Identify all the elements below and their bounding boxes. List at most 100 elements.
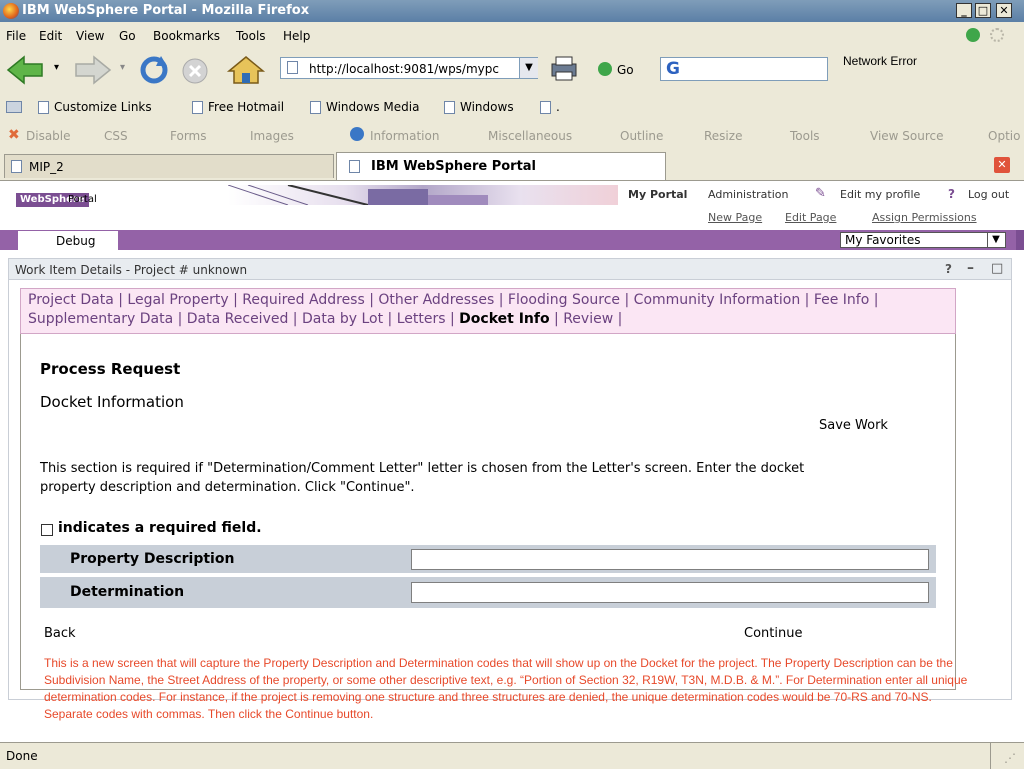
back-button[interactable]: Back [44,626,76,641]
instructions-line-2: property description and determination. … [40,480,415,495]
portal-banner-graphic [227,184,618,206]
edit-profile-icon: ✎ [815,186,826,201]
required-field-note: indicates a required field. [58,520,262,536]
dev-outline[interactable]: Outline [620,129,663,143]
go-icon[interactable] [598,62,612,76]
nav-letters[interactable]: Letters [397,311,446,327]
nav-docket-info[interactable]: Docket Info [459,311,549,327]
tab-mip-2[interactable]: MIP_2 [4,154,334,178]
bookmarks-folder-icon[interactable] [6,101,22,113]
save-work-button[interactable]: Save Work [819,418,888,433]
menu-edit[interactable]: Edit [39,29,62,43]
menu-help[interactable]: Help [283,29,310,43]
dev-css[interactable]: CSS [104,129,128,143]
menu-bookmarks[interactable]: Bookmarks [153,29,220,43]
portlet-minimize-button[interactable]: – [967,260,974,276]
home-icon[interactable] [226,54,266,86]
dev-information[interactable]: Information [370,129,439,143]
forward-dropdown-icon[interactable]: ▾ [120,62,125,73]
annotation-note: This is a new screen that will capture t… [44,656,968,721]
maximize-button[interactable]: □ [975,3,991,18]
instructions-line-1: This section is required if "Determinati… [40,461,805,476]
menu-file[interactable]: File [6,29,26,43]
section-subheading: Docket Information [40,393,184,411]
tab-ibm-websphere-portal[interactable]: IBM WebSphere Portal [336,152,666,180]
google-search-icon: G [666,59,680,79]
url-text: http://localhost:9081/wps/mypc [309,62,499,76]
nav-flooding-source[interactable]: Flooding Source [508,292,620,308]
my-portal-link[interactable]: My Portal [628,188,687,201]
portlet-maximize-button[interactable]: □ [991,261,1003,276]
bookmark-windows[interactable]: Windows [444,100,514,114]
property-description-input[interactable] [411,549,929,570]
print-icon[interactable] [548,54,580,82]
dev-disable[interactable]: Disable [26,129,71,143]
back-arrow-icon[interactable] [6,54,50,86]
minimize-button[interactable]: _ [956,3,972,18]
menu-tools[interactable]: Tools [236,29,266,43]
nav-legal-property[interactable]: Legal Property [127,292,228,308]
assign-permissions-link[interactable]: Assign Permissions [872,211,977,224]
chevron-down-icon[interactable]: ▼ [987,233,1004,247]
dev-forms[interactable]: Forms [170,129,206,143]
bookmark-label: Windows [460,100,514,114]
new-page-link[interactable]: New Page [708,211,762,224]
page-heading: Process Request [40,360,181,378]
nav-supplementary-data[interactable]: Supplementary Data [28,311,173,327]
page-icon [310,101,321,114]
back-dropdown-icon[interactable]: ▾ [54,62,59,73]
log-out-link[interactable]: Log out [968,188,1009,201]
menu-view[interactable]: View [76,29,104,43]
forward-arrow-icon[interactable] [72,54,116,86]
bookmark-windows-media[interactable]: Windows Media [310,100,419,114]
determination-input[interactable] [411,582,929,603]
bookmark-dot[interactable]: . [540,100,560,114]
dev-options[interactable]: Optio [988,129,1020,143]
edit-page-link[interactable]: Edit Page [785,211,836,224]
tab-label: MIP_2 [29,160,64,174]
nav-review[interactable]: Review [563,311,613,327]
portlet-help-button[interactable]: ? [945,262,952,276]
bookmark-free-hotmail[interactable]: Free Hotmail [192,100,284,114]
help-icon[interactable]: ? [948,187,955,201]
nav-required-address[interactable]: Required Address [242,292,365,308]
page-icon [287,61,298,74]
page-icon [192,101,203,114]
administration-link[interactable]: Administration [708,188,789,201]
status-bar: Done ⋰ [0,742,1024,769]
tab-bar: MIP_2 IBM WebSphere Portal ✕ [0,150,1024,181]
nav-fee-info[interactable]: Fee Info [814,292,869,308]
search-input[interactable]: G [660,57,828,81]
dev-resize[interactable]: Resize [704,129,742,143]
window-title: IBM WebSphere Portal - Mozilla Firefox [22,3,310,18]
page-icon [444,101,455,114]
favorites-select[interactable]: My Favorites ▼ [840,232,1006,248]
nav-data-received[interactable]: Data Received [187,311,289,327]
dev-miscellaneous[interactable]: Miscellaneous [488,129,572,143]
bookmark-customize-links[interactable]: Customize Links [38,100,152,114]
menu-go[interactable]: Go [119,29,136,43]
dev-view-source[interactable]: View Source [870,129,944,143]
go-label[interactable]: Go [617,63,634,77]
url-dropdown-icon[interactable]: ▼ [519,58,538,78]
close-window-button[interactable]: ✕ [996,3,1012,18]
url-input[interactable]: http://localhost:9081/wps/mypc ▼ [280,57,538,79]
dev-tools[interactable]: Tools [790,129,820,143]
reload-icon[interactable] [136,54,172,86]
nav-other-addresses[interactable]: Other Addresses [378,292,494,308]
continue-button[interactable]: Continue [744,626,802,641]
resize-grip-icon[interactable]: ⋰ [1004,751,1016,765]
page-tab-debug[interactable]: Debug [18,230,118,250]
dev-images[interactable]: Images [250,129,294,143]
stop-icon[interactable] [180,56,210,86]
update-icon[interactable] [966,28,980,42]
page-icon [540,101,551,114]
nav-data-by-lot[interactable]: Data by Lot [302,311,383,327]
network-error-text: Network Error [843,54,918,68]
nav-community-information[interactable]: Community Information [634,292,801,308]
close-tab-icon[interactable]: ✕ [994,157,1010,173]
web-developer-toolbar: ✖ Disable CSS Forms Images Information M… [0,122,1024,151]
edit-profile-link[interactable]: Edit my profile [840,188,920,201]
nav-project-data[interactable]: Project Data [28,292,114,308]
property-description-label: Property Description [70,551,235,567]
